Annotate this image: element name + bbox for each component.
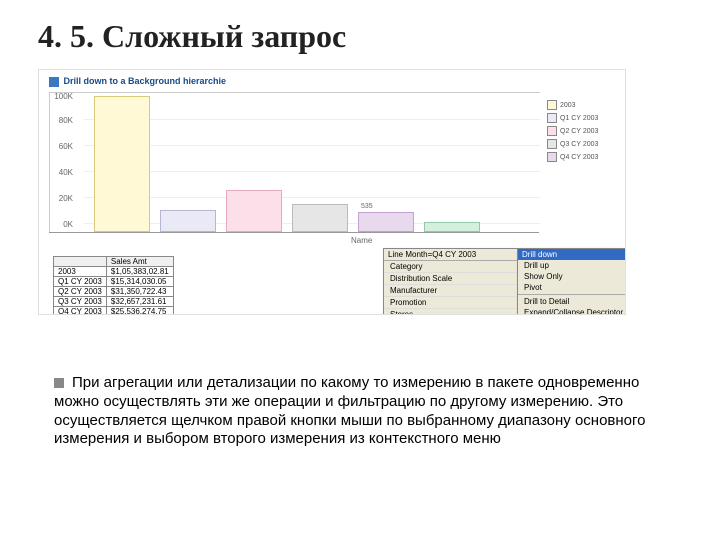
bar-value-label: 535 <box>361 203 373 210</box>
table-row[interactable]: Q1 CY 2003$15,314,030.05 <box>54 277 174 287</box>
legend-item: Q1 CY 2003 <box>547 113 619 123</box>
submenu-item-selected[interactable]: Drill down <box>518 249 626 260</box>
chart-title-text: Drill down to a Background hierarchie <box>64 76 227 86</box>
screenshot-panel: Drill down to a Background hierarchie 10… <box>38 69 626 315</box>
chart-bar[interactable] <box>94 96 150 232</box>
table-row[interactable]: Q4 CY 2003$25,536,274.75 <box>54 307 174 316</box>
legend-item: 2003 <box>547 100 619 110</box>
context-submenu[interactable]: Drill down Drill up Show Only Pivot Dril… <box>517 248 626 315</box>
x-axis-label: Name <box>351 236 372 245</box>
bullet-marker-icon <box>54 378 64 388</box>
table-row[interactable]: Q2 CY 2003$31,350,722.43 <box>54 287 174 297</box>
menu-header: Line Month=Q4 CY 2003 <box>388 250 476 259</box>
submenu-item[interactable]: Show Only <box>518 271 626 282</box>
legend-item: Q3 CY 2003 <box>547 139 619 149</box>
legend-item: Q4 CY 2003 <box>547 152 619 162</box>
submenu-item[interactable]: Drill to Detail <box>518 296 626 307</box>
bullet-paragraph: При агрегации или детализации по какому … <box>54 374 676 449</box>
chart-bar[interactable] <box>226 190 282 232</box>
chart-bar[interactable] <box>424 222 480 232</box>
submenu-item[interactable]: Drill up <box>518 260 626 271</box>
bullet-text: При агрегации или детализации по какому … <box>54 374 646 447</box>
submenu-item[interactable]: Pivot <box>518 282 626 293</box>
chart-legend: 2003 Q1 CY 2003 Q2 CY 2003 Q3 CY 2003 Q4… <box>547 100 619 165</box>
cube-icon <box>49 77 59 87</box>
data-table: Sales Amt 2003$1,05,383,02.81 Q1 CY 2003… <box>53 256 174 315</box>
chart-plot[interactable]: 535 <box>49 92 540 233</box>
legend-item: Q2 CY 2003 <box>547 126 619 136</box>
chart-title: Drill down to a Background hierarchie <box>49 76 226 87</box>
chart-bar[interactable]: 535 <box>358 212 414 232</box>
table-row[interactable]: Q3 CY 2003$32,657,231.61 <box>54 297 174 307</box>
x-axis <box>49 232 539 233</box>
slide-title: 4. 5. Сложный запрос <box>38 18 682 55</box>
table-row[interactable]: 2003$1,05,383,02.81 <box>54 267 174 277</box>
table-col-header: Sales Amt <box>106 257 173 267</box>
chart-bar[interactable] <box>160 210 216 232</box>
chart-bar[interactable] <box>292 204 348 232</box>
submenu-item[interactable]: Expand/Collapse Descriptor Tree <box>518 307 626 315</box>
